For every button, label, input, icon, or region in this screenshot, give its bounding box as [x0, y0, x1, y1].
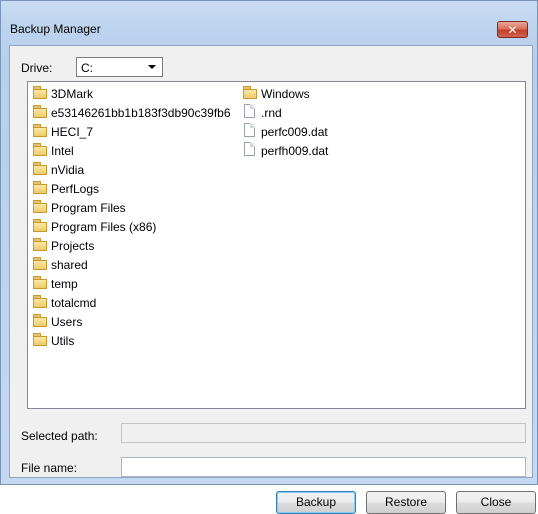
- item-label: .rnd: [261, 106, 282, 120]
- item-label: 3DMark: [51, 87, 94, 101]
- item-label: perfc009.dat: [261, 125, 328, 139]
- backup-manager-window: Backup Manager ✕ Drive: C: 3DMark e531462…: [0, 0, 538, 514]
- item-label: HECI_7: [51, 125, 94, 139]
- file-name-input[interactable]: [121, 457, 526, 477]
- drive-selected-value: C:: [81, 61, 93, 75]
- dialog-client-area: Drive: C: 3DMark e53146261bb1b183f3db90c3…: [9, 45, 536, 514]
- item-label: temp: [51, 277, 78, 291]
- item-label: Users: [51, 315, 83, 329]
- item-label: perfh009.dat: [261, 144, 329, 158]
- window-close-button[interactable]: ✕: [497, 21, 528, 38]
- item-label: e53146261bb1b183f3db90c39fb6: [51, 106, 231, 120]
- item-label: Program Files (x86): [51, 220, 157, 234]
- file-list[interactable]: 3DMark e53146261bb1b183f3db90c39fb6 HECI_7…: [27, 81, 526, 409]
- item-label: shared: [51, 258, 88, 272]
- item-label: Projects: [51, 239, 95, 253]
- item-label: Program Files: [51, 201, 126, 215]
- drive-label: Drive:: [21, 61, 53, 75]
- selected-path-field: [121, 423, 526, 443]
- backup-button[interactable]: Backup: [276, 491, 356, 514]
- close-icon: ✕: [507, 23, 518, 37]
- selected-path-label: Selected path:: [21, 429, 98, 443]
- item-label: PerfLogs: [51, 182, 100, 196]
- item-label: Utils: [51, 334, 75, 348]
- file-name-label: File name:: [21, 461, 78, 475]
- item-label: Intel: [51, 144, 74, 158]
- restore-button[interactable]: Restore: [366, 491, 446, 514]
- chevron-down-icon: [148, 65, 156, 69]
- item-label: nVidia: [51, 163, 85, 177]
- close-button[interactable]: Close: [456, 491, 536, 514]
- item-label: Windows: [261, 87, 310, 101]
- window-title: Backup Manager: [10, 22, 101, 36]
- drive-dropdown[interactable]: C:: [76, 57, 163, 77]
- item-label: totalcmd: [51, 296, 97, 310]
- title-bar[interactable]: Backup Manager ✕: [1, 1, 537, 38]
